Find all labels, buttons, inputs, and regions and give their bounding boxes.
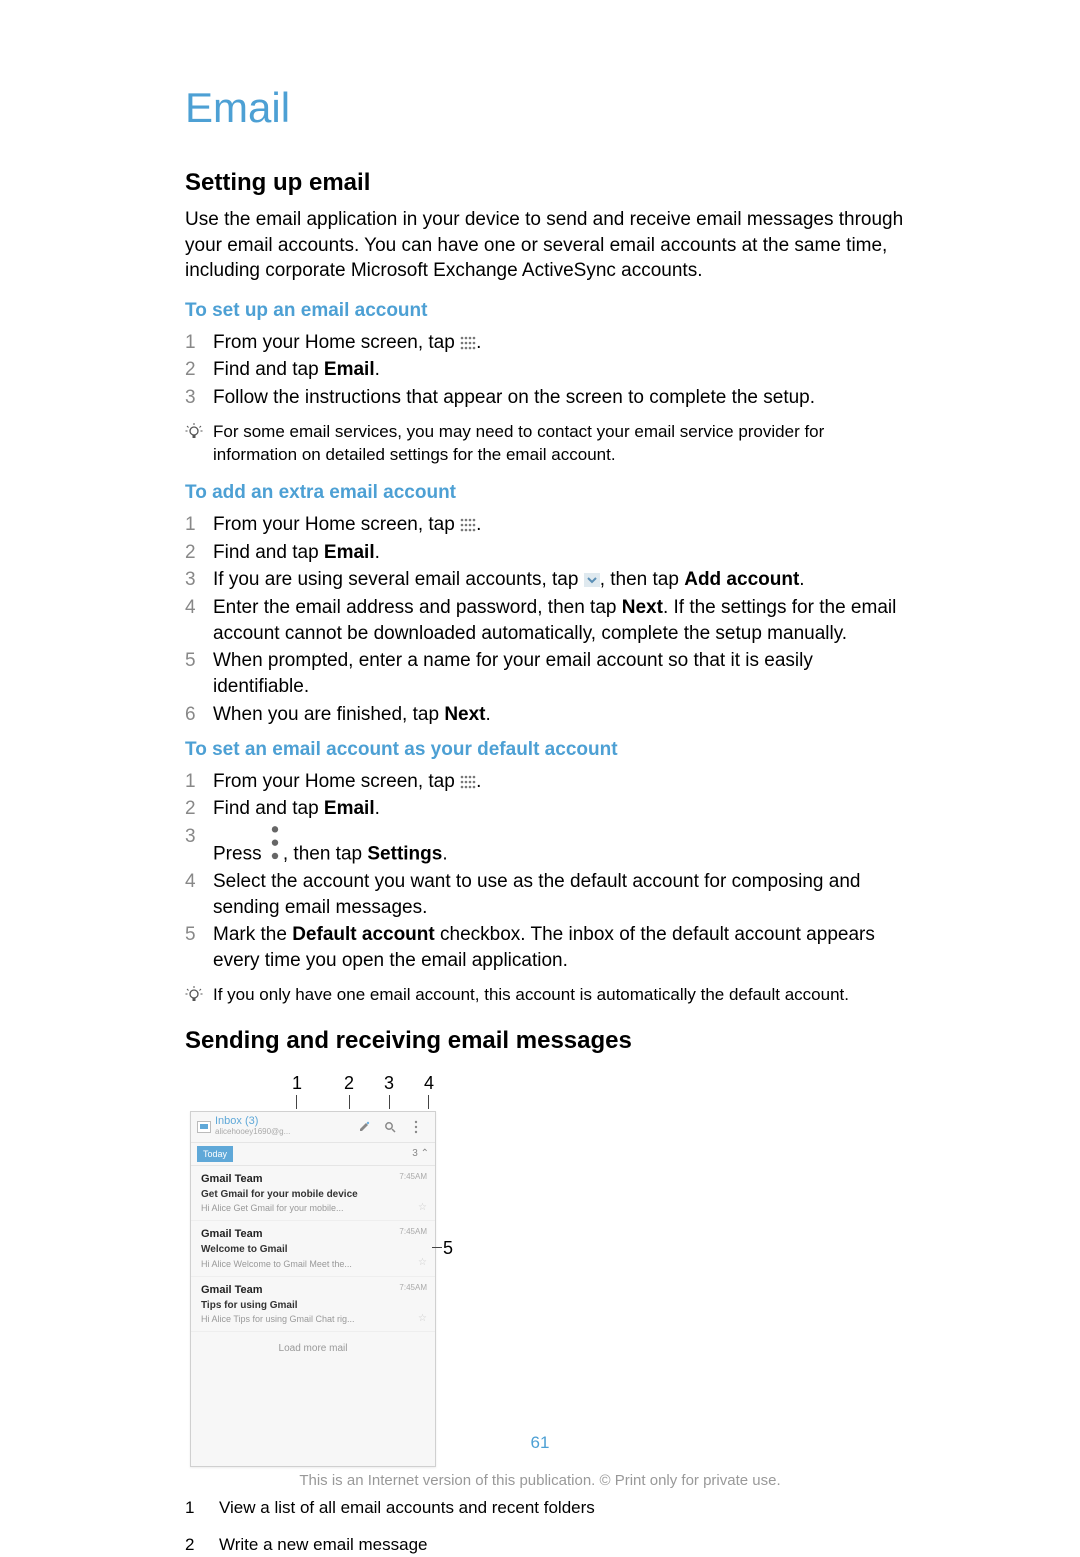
figure-ticks [190,1095,460,1111]
tip-bulb-icon [185,421,213,448]
overflow-dots-icon[interactable] [409,1120,423,1134]
callout-leader [432,1247,442,1248]
email-list-item[interactable]: Gmail TeamGet Gmail for your mobile devi… [191,1166,435,1221]
email-subject: Get Gmail for your mobile device [201,1188,427,1202]
email-subject: Welcome to Gmail [201,1243,427,1257]
step-text: Press , then tap Settings. [213,824,448,867]
legend-number: 1 [185,1497,219,1520]
star-icon[interactable]: ☆ [418,1256,427,1270]
today-badge: Today [197,1146,233,1162]
step-text: Mark the Default account checkbox. The i… [213,922,910,973]
step-number: 3 [185,824,213,850]
step-text: From your Home screen, tap . [213,512,481,538]
search-icon[interactable] [383,1120,397,1134]
step-number: 3 [185,385,213,411]
chevron-down-icon [584,569,600,583]
account-email: alicehooey1690@g... [215,1127,290,1138]
step-number: 1 [185,769,213,795]
email-time: 7:45AM [399,1227,427,1238]
compose-icon[interactable] [357,1120,371,1134]
step-number: 1 [185,330,213,356]
page-title: Email [185,80,910,137]
apps-grid-icon [460,332,476,346]
step-number: 2 [185,796,213,822]
apps-grid-icon [460,771,476,785]
account-dropdown-icon[interactable] [197,1121,211,1133]
step-number: 5 [185,648,213,674]
step-text: Find and tap Email. [213,540,380,566]
email-subject: Tips for using Gmail [201,1299,427,1313]
subhead-add: To add an extra email account [185,480,910,506]
email-sender: Gmail Team [201,1172,427,1187]
step-number: 2 [185,357,213,383]
callout-label: 4 [424,1071,434,1095]
star-icon[interactable]: ☆ [418,1312,427,1326]
step-text: Find and tap Email. [213,357,380,383]
step-text: Enter the email address and password, th… [213,595,910,646]
legend-text: Write a new email message [219,1534,428,1557]
step-text: Find and tap Email. [213,796,380,822]
tip-text: For some email services, you may need to… [213,421,910,467]
email-sender: Gmail Team [201,1283,427,1298]
today-count: 3 ⌃ [412,1147,429,1161]
callout-label: 5 [443,1236,453,1260]
email-list-item[interactable]: Gmail TeamWelcome to GmailHi Alice Welco… [191,1221,435,1276]
step-number: 1 [185,512,213,538]
step-text: From your Home screen, tap . [213,769,481,795]
step-number: 4 [185,595,213,621]
email-preview: Hi Alice Welcome to Gmail Meet the... [201,1258,427,1270]
subhead-setup: To set up an email account [185,298,910,324]
email-app-mock: Inbox (3) alicehooey1690@g... Today 3 ⌃ … [190,1111,436,1467]
step-text: When prompted, enter a name for your ema… [213,648,910,699]
email-list-item[interactable]: Gmail TeamTips for using GmailHi Alice T… [191,1277,435,1332]
step-number: 2 [185,540,213,566]
callout-label: 2 [344,1071,354,1095]
star-icon[interactable]: ☆ [418,1201,427,1215]
email-sender: Gmail Team [201,1227,427,1242]
email-app-figure: 1 2 3 4 Inbox (3) alicehooey1690@g... To… [185,1071,460,1467]
step-text: Follow the instructions that appear on t… [213,385,815,411]
step-text: When you are finished, tap Next. [213,702,491,728]
section-send-receive: Sending and receiving email messages [185,1025,910,1057]
apps-grid-icon [460,514,476,528]
callout-label: 1 [292,1071,302,1095]
page-number: 61 [0,1432,1080,1455]
tip-text: If you only have one email account, this… [213,984,849,1007]
step-text: From your Home screen, tap . [213,330,481,356]
figure-labels-top: 1 2 3 4 [190,1071,460,1095]
step-number: 6 [185,702,213,728]
legend-text: View a list of all email accounts and re… [219,1497,595,1520]
intro-text: Use the email application in your device… [185,207,910,284]
step-number: 4 [185,869,213,895]
inbox-label[interactable]: Inbox (3) [215,1116,290,1127]
step-number: 5 [185,922,213,948]
app-topbar: Inbox (3) alicehooey1690@g... [191,1112,435,1143]
subhead-default: To set an email account as your default … [185,737,910,763]
overflow-dots-icon [267,824,283,838]
callout-label: 3 [384,1071,394,1095]
step-text: If you are using several email accounts,… [213,567,805,593]
date-group-row[interactable]: Today 3 ⌃ [191,1143,435,1166]
email-time: 7:45AM [399,1172,427,1183]
page-footer: This is an Internet version of this publ… [0,1471,1080,1491]
tip-bulb-icon [185,984,213,1011]
email-preview: Hi Alice Tips for using Gmail Chat rig..… [201,1313,427,1325]
step-number: 3 [185,567,213,593]
email-preview: Hi Alice Get Gmail for your mobile... [201,1202,427,1214]
email-time: 7:45AM [399,1283,427,1294]
step-text: Select the account you want to use as th… [213,869,910,920]
legend-number: 2 [185,1534,219,1557]
section-setting-up-email: Setting up email [185,167,910,199]
